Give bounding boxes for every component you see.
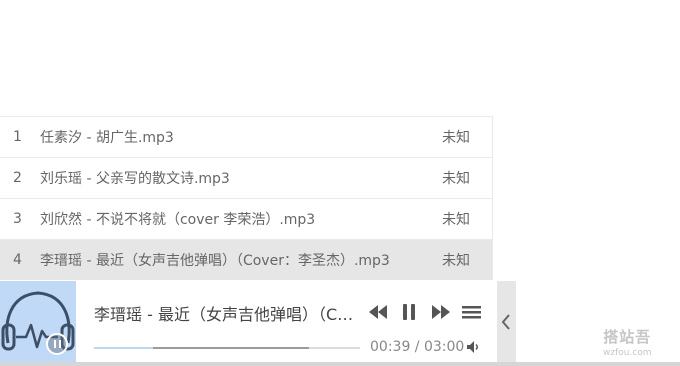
collapse-toggle[interactable]: [497, 281, 516, 362]
playlist-item-4[interactable]: 4 李瑨瑶 - 最近（女声吉他弹唱）（Cover：李圣杰）.mp3 未知: [0, 240, 492, 280]
bottom-scrollbar[interactable]: [0, 362, 680, 366]
playlist-item-index: 1: [13, 129, 22, 145]
playlist-item-3[interactable]: 3 刘欣然 - 不说不将就（cover 李荣浩）.mp3 未知: [0, 199, 492, 240]
playlist-item-title: 刘欣然 - 不说不将就（cover 李荣浩）.mp3: [40, 212, 316, 228]
list-menu-icon[interactable]: [462, 303, 481, 321]
playlist: 1 任素汐 - 胡广生.mp3 未知 2 刘乐瑶 - 父亲写的散文诗.mp3 未…: [0, 116, 493, 280]
pause-icon[interactable]: [401, 303, 417, 321]
playlist-item-1[interactable]: 1 任素汐 - 胡广生.mp3 未知: [0, 117, 492, 158]
music-player: 李瑨瑶 - 最近（女声吉他弹唱）（Cover：李圣杰）.mp3 00:39 / …: [0, 281, 497, 362]
playlist-item-2[interactable]: 2 刘乐瑶 - 父亲写的散文诗.mp3 未知: [0, 158, 492, 199]
skip-back-icon[interactable]: [368, 303, 388, 321]
playlist-item-duration: 未知: [442, 130, 470, 146]
playlist-item-duration: 未知: [442, 171, 470, 187]
total-time: 03:00: [423, 339, 465, 355]
playlist-item-title: 任素汐 - 胡广生.mp3: [40, 130, 174, 146]
skip-forward-icon[interactable]: [431, 303, 451, 321]
progress-bar[interactable]: [94, 347, 360, 349]
volume-icon[interactable]: [466, 340, 480, 354]
watermark-sub: wzfou.com: [603, 348, 652, 358]
chevron-left-icon: [501, 314, 510, 330]
playlist-item-index: 4: [13, 252, 22, 268]
watermark-main: 搭站吾: [603, 328, 652, 346]
playlist-item-index: 3: [13, 211, 22, 227]
playlist-item-duration: 未知: [442, 253, 470, 269]
current-time: 00:39: [370, 339, 411, 355]
playlist-item-title: 李瑨瑶 - 最近（女声吉他弹唱）（Cover：李圣杰）.mp3: [40, 253, 390, 269]
playlist-item-index: 2: [13, 170, 22, 186]
progress-played: [94, 347, 153, 349]
time-display: 00:39 / 03:00: [370, 339, 464, 355]
playlist-item-title: 刘乐瑶 - 父亲写的散文诗.mp3: [40, 171, 230, 187]
album-cover[interactable]: [0, 281, 76, 362]
playlist-item-duration: 未知: [442, 212, 470, 228]
now-playing-title: 李瑨瑶 - 最近（女声吉他弹唱）（Cover：李圣杰）.mp3: [94, 305, 362, 324]
cover-pause-icon[interactable]: [46, 333, 68, 355]
time-separator: /: [410, 339, 424, 355]
watermark-logo: 搭站吾 wzfou.com: [603, 326, 652, 358]
